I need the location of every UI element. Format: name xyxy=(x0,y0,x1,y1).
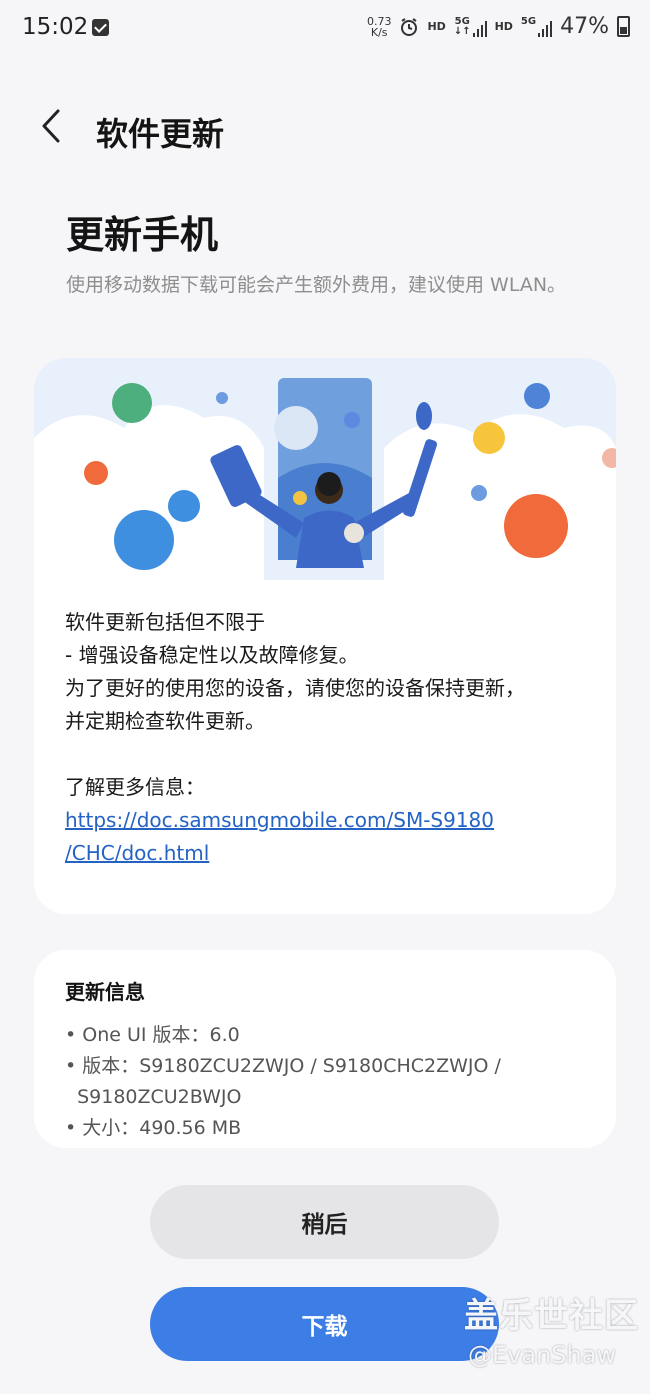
signal-5g-icon-1: 5G ↓↑ xyxy=(454,16,487,37)
later-button[interactable]: 稍后 xyxy=(150,1185,499,1259)
more-info-link[interactable]: https://doc.samsungmobile.com/SM-S9180 xyxy=(65,804,595,837)
hd-voice-icon-2: HD xyxy=(494,20,513,33)
update-description: 软件更新包括但不限于 - 增强设备稳定性以及故障修复。 为了更好的使用您的设备，… xyxy=(65,606,595,870)
more-info-link-cont[interactable]: /CHC/doc.html xyxy=(65,837,595,870)
update-info-title: 更新信息 xyxy=(65,980,145,1004)
battery-icon xyxy=(617,16,630,37)
update-info-card: 更新信息 • One UI 版本：6.0 • 版本：S9180ZCU2ZWJO … xyxy=(34,950,616,1148)
description-line: - 增强设备稳定性以及故障修复。 xyxy=(65,643,359,667)
mobile-data-note: 使用移动数据下载可能会产生额外费用，建议使用 WLAN。 xyxy=(66,274,567,296)
checkbox-notification-icon xyxy=(92,19,109,36)
download-button[interactable]: 下载 xyxy=(150,1287,499,1361)
update-description-card: 软件更新包括但不限于 - 增强设备稳定性以及故障修复。 为了更好的使用您的设备，… xyxy=(34,358,616,914)
more-info-label: 了解更多信息： xyxy=(65,775,205,799)
build-version-cont: S9180ZCU2BWJO xyxy=(65,1086,242,1108)
watermark-community: 盖乐世社区 xyxy=(464,1296,639,1336)
status-time: 15:02 xyxy=(22,14,89,40)
description-line: 软件更新包括但不限于 xyxy=(65,610,265,634)
status-bar: 15:02 0.73 K/s HD 5G ↓↑ HD 5G 47% xyxy=(0,0,650,58)
build-version: • 版本：S9180ZCU2ZWJO / S9180CHC2ZWJO / xyxy=(65,1055,501,1077)
description-line: 为了更好的使用您的设备，请使您的设备保持更新， xyxy=(65,676,525,700)
one-ui-version: • One UI 版本：6.0 xyxy=(65,1024,240,1046)
update-illustration xyxy=(34,358,616,580)
hd-voice-icon: HD xyxy=(427,20,446,33)
update-heading: 更新手机 xyxy=(66,213,219,257)
signal-5g-icon-2: 5G xyxy=(521,16,553,37)
update-size: • 大小：490.56 MB xyxy=(65,1117,242,1139)
back-arrow-icon[interactable] xyxy=(40,108,62,144)
battery-percent: 47% xyxy=(560,14,609,39)
page-title: 软件更新 xyxy=(96,115,225,153)
network-speed: 0.73 K/s xyxy=(366,14,392,39)
status-icons: 0.73 K/s HD 5G ↓↑ HD 5G 47% xyxy=(367,14,630,39)
watermark-author: @EvanShaw xyxy=(468,1341,617,1369)
description-line: 并定期检查软件更新。 xyxy=(65,709,265,733)
update-info-list: • One UI 版本：6.0 • 版本：S9180ZCU2ZWJO / S91… xyxy=(65,1020,605,1144)
alarm-icon xyxy=(401,17,418,36)
